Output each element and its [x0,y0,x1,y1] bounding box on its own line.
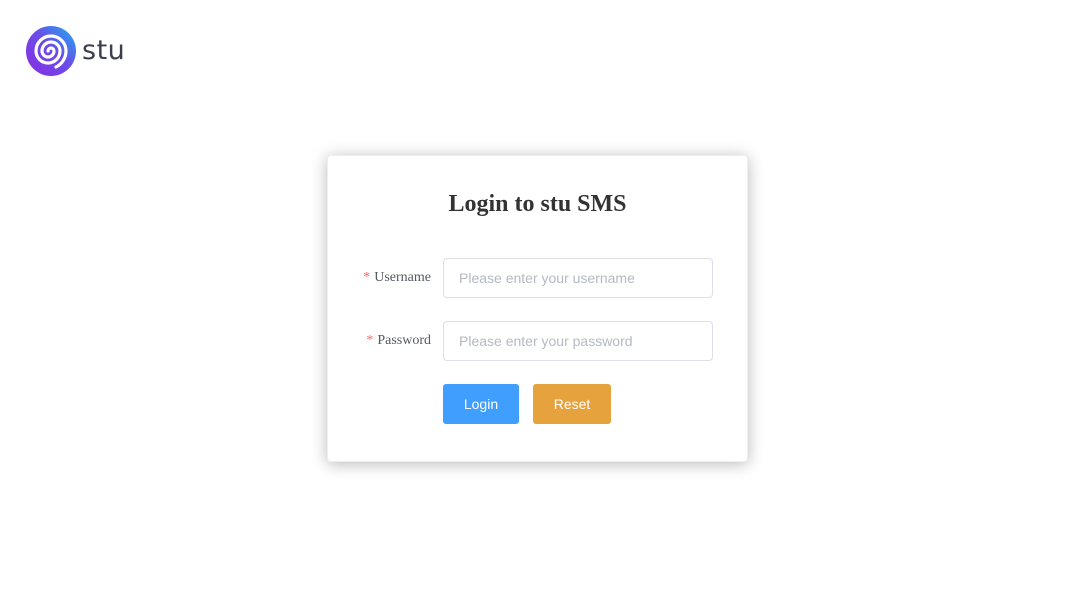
brand-name: stu [82,34,126,66]
login-page: stu Login to stu SMS *Username *Password… [0,0,1077,593]
username-label: * Username [363,258,431,298]
required-asterisk: * [363,270,371,285]
password-label-text: Password [377,333,431,348]
login-card: Login to stu SMS *Username *Password Log… [327,155,748,462]
login-button[interactable]: Login [443,384,519,424]
reset-button[interactable]: Reset [533,384,611,424]
username-input[interactable] [443,258,713,298]
required-asterisk: * [366,333,374,348]
login-title: Login to stu SMS [448,191,627,217]
spiral-logo-icon [26,26,76,76]
password-form-item: * Password [328,321,747,361]
username-label-text: Username [374,270,431,285]
brand-logo[interactable]: stu [25,24,125,78]
password-label: * Password [366,321,431,361]
username-form-item: * Username [328,258,747,298]
password-input[interactable] [443,321,713,361]
